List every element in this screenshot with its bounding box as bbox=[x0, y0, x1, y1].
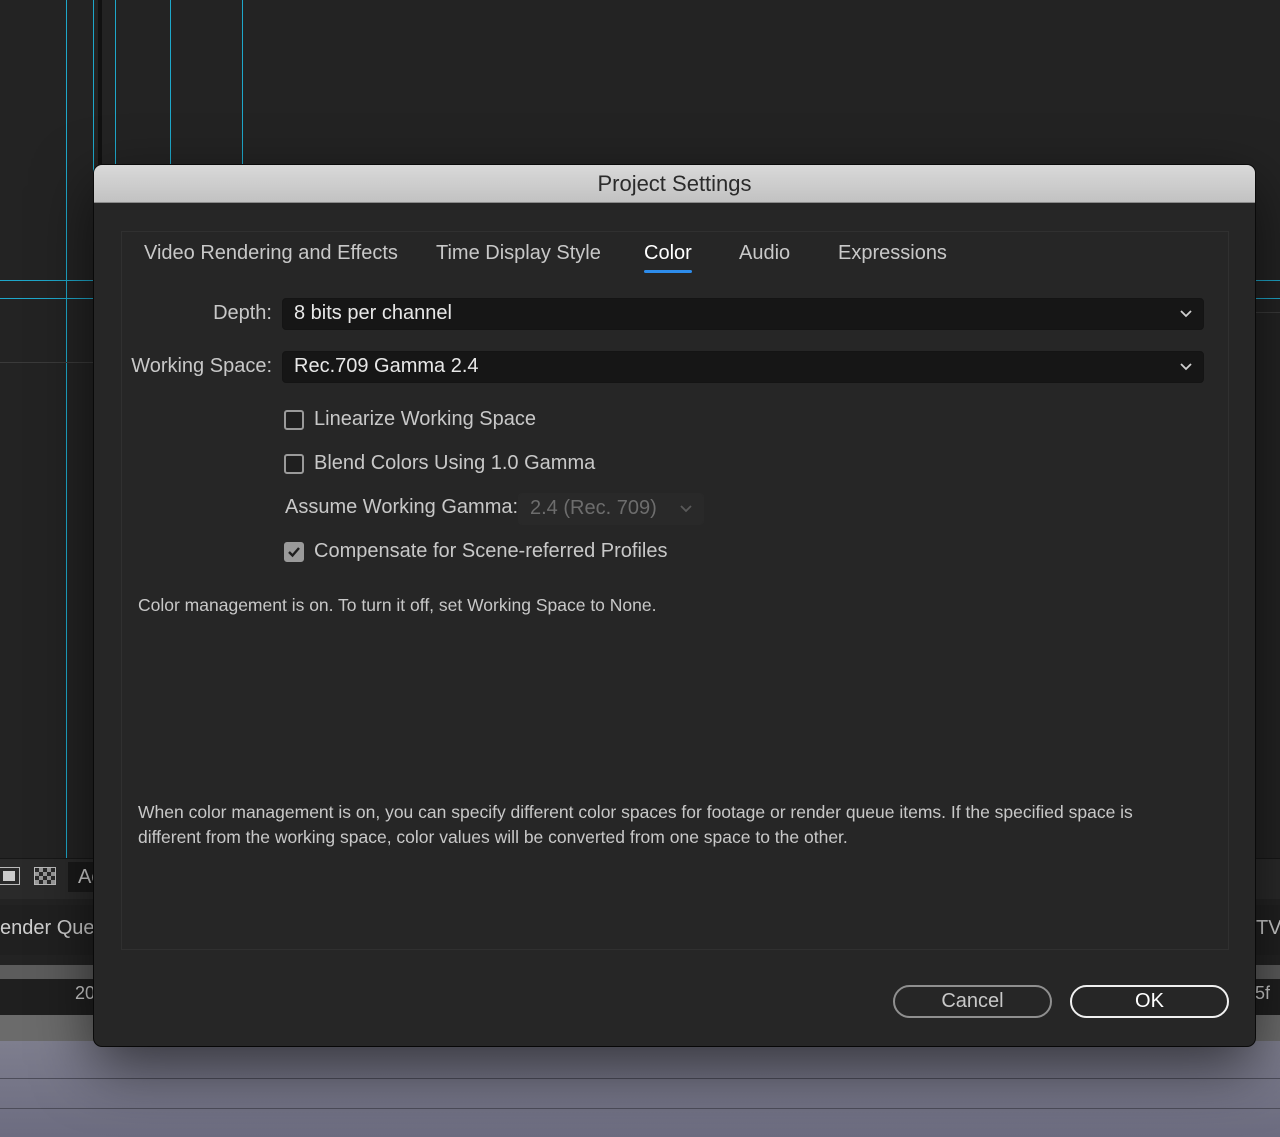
linearize-label: Linearize Working Space bbox=[314, 408, 536, 430]
dock-area bbox=[0, 1041, 1280, 1137]
working-space-label: Working Space: bbox=[131, 355, 272, 377]
depth-label: Depth: bbox=[213, 302, 272, 324]
divider bbox=[0, 1078, 1280, 1079]
tab-composition[interactable]: TV- bbox=[1256, 917, 1280, 940]
depth-value: 8 bits per channel bbox=[294, 302, 452, 324]
help-text: When color management is on, you can spe… bbox=[138, 800, 1208, 850]
dialog-titlebar[interactable]: Project Settings bbox=[94, 165, 1255, 203]
chevron-down-icon bbox=[1180, 363, 1192, 371]
tab-render-queue[interactable]: ender Queu bbox=[0, 917, 94, 940]
region-of-interest-icon[interactable] bbox=[0, 867, 20, 885]
blend-colors-label: Blend Colors Using 1.0 Gamma bbox=[314, 452, 596, 474]
panel-divider bbox=[0, 362, 94, 363]
assume-gamma-value: 2.4 (Rec. 709) bbox=[530, 497, 657, 519]
time-marker: 20 bbox=[75, 983, 96, 1003]
checkbox-unchecked-icon bbox=[284, 454, 304, 474]
tab-time-display-style[interactable]: Time Display Style bbox=[436, 242, 601, 273]
chevron-down-icon bbox=[680, 505, 692, 513]
checkbox-unchecked-icon bbox=[284, 410, 304, 430]
help-text-line: When color management is on, you can spe… bbox=[138, 802, 1133, 822]
dialog-title: Project Settings bbox=[597, 171, 752, 196]
guide-line bbox=[170, 0, 171, 165]
chevron-down-icon bbox=[1180, 310, 1192, 318]
transparency-grid-icon[interactable] bbox=[34, 867, 56, 885]
cancel-button[interactable]: Cancel bbox=[893, 985, 1052, 1018]
project-settings-dialog: Project Settings Video Rendering and Eff… bbox=[94, 165, 1255, 1046]
tab-audio[interactable]: Audio bbox=[739, 242, 790, 273]
panel-divider bbox=[1255, 312, 1280, 313]
guide-line bbox=[1255, 280, 1280, 281]
status-text: Color management is on. To turn it off, … bbox=[138, 595, 657, 615]
tab-expressions[interactable]: Expressions bbox=[838, 242, 947, 273]
assume-gamma-dropdown: 2.4 (Rec. 709) bbox=[518, 493, 704, 525]
guide-line bbox=[242, 0, 243, 165]
assume-gamma-label: Assume Working Gamma: bbox=[285, 496, 519, 518]
guide-line bbox=[1255, 298, 1280, 299]
guide-line bbox=[66, 0, 67, 858]
checkmark-icon bbox=[284, 542, 304, 562]
tab-color[interactable]: Color bbox=[644, 242, 692, 273]
working-space-dropdown[interactable]: Rec.709 Gamma 2.4 bbox=[282, 351, 1204, 383]
ok-button[interactable]: OK bbox=[1070, 985, 1229, 1018]
tab-video-rendering[interactable]: Video Rendering and Effects bbox=[144, 242, 398, 273]
guide-line bbox=[0, 280, 94, 281]
working-space-value: Rec.709 Gamma 2.4 bbox=[294, 355, 479, 377]
help-text-line: different from the working space, color … bbox=[138, 827, 848, 847]
settings-panel: Video Rendering and Effects Time Display… bbox=[121, 231, 1229, 950]
guide-line bbox=[0, 298, 94, 299]
depth-dropdown[interactable]: 8 bits per channel bbox=[282, 298, 1204, 330]
time-marker: 5f bbox=[1255, 983, 1271, 1003]
compensate-label: Compensate for Scene-referred Profiles bbox=[314, 540, 668, 562]
divider bbox=[0, 1108, 1280, 1109]
